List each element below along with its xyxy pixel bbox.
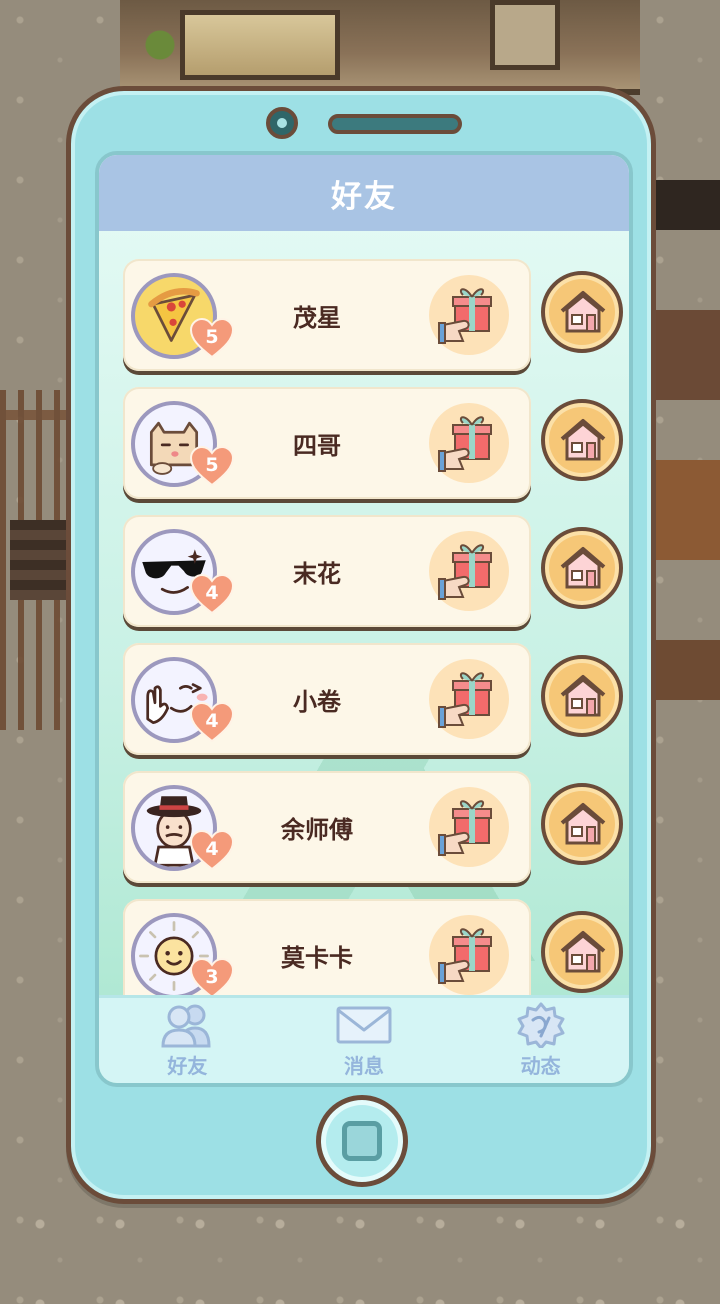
visit-home-button[interactable] [541, 399, 623, 481]
gift-icon [438, 544, 492, 600]
tab-label: 好友 [167, 1054, 208, 1078]
visit-home-button[interactable] [541, 911, 623, 993]
send-gift-button[interactable] [429, 787, 509, 867]
friend-name: 余师傅 [281, 815, 353, 844]
tab-label: 消息 [344, 1054, 384, 1078]
room-window [180, 10, 340, 80]
friend-name: 莫卡卡 [281, 943, 353, 972]
friendship-level: 5 [205, 454, 219, 476]
phone-screen: 好友 5 茂星 5 四哥 4 末花 4 小卷 4 余师傅 3 莫卡卡 好友 消息… [95, 151, 633, 1087]
visit-home-button[interactable] [541, 271, 623, 353]
friend-row: 4 末花 [99, 515, 629, 627]
phone-frame: 好友 5 茂星 5 四哥 4 末花 4 小卷 4 余师傅 3 莫卡卡 好友 消息… [66, 86, 656, 1204]
friends-icon [161, 1004, 211, 1048]
friend-card[interactable]: 5 茂星 [123, 259, 531, 371]
friend-card[interactable]: 4 余师傅 [123, 771, 531, 883]
friend-row: 3 莫卡卡 [99, 899, 629, 1001]
friend-row: 5 茂星 [99, 259, 629, 371]
page-title: 好友 [331, 178, 397, 215]
friendship-level-badge: 3 [189, 957, 235, 999]
friend-card[interactable]: 4 末花 [123, 515, 531, 627]
friendship-level-badge: 5 [189, 445, 235, 487]
friendship-level: 4 [205, 710, 219, 732]
visit-home-button[interactable] [541, 527, 623, 609]
visit-home-button[interactable] [541, 655, 623, 737]
house-icon [560, 675, 606, 717]
speaker-grille [328, 114, 462, 134]
friendship-level: 4 [205, 838, 219, 860]
house-icon [560, 547, 606, 589]
room-furniture [650, 180, 720, 700]
friendship-level-badge: 5 [189, 317, 235, 359]
gift-icon [438, 416, 492, 472]
friend-list[interactable]: 5 茂星 5 四哥 4 末花 4 小卷 4 余师傅 3 莫卡卡 [99, 231, 629, 1001]
friend-name: 末花 [293, 559, 341, 588]
send-gift-button[interactable] [429, 275, 509, 355]
house-icon [560, 291, 606, 333]
wall-map [490, 0, 560, 70]
friend-card[interactable]: 4 小卷 [123, 643, 531, 755]
gift-icon [438, 928, 492, 984]
mail-icon [336, 1006, 392, 1044]
send-gift-button[interactable] [429, 403, 509, 483]
screen-header: 好友 [99, 155, 629, 231]
phone-home-button[interactable] [316, 1095, 408, 1187]
send-gift-button[interactable] [429, 659, 509, 739]
stairs [10, 520, 70, 600]
tab-messages[interactable]: 消息 [276, 998, 453, 1083]
gift-icon [438, 288, 492, 344]
friend-card[interactable]: 3 莫卡卡 [123, 899, 531, 1001]
friend-name: 茂星 [293, 303, 341, 332]
gift-icon [438, 672, 492, 728]
friendship-level-badge: 4 [189, 829, 235, 871]
visit-home-button[interactable] [541, 783, 623, 865]
house-icon [560, 419, 606, 461]
friendship-level: 4 [205, 582, 219, 604]
friendship-level-badge: 4 [189, 701, 235, 743]
friend-row: 5 四哥 [99, 387, 629, 499]
bottom-tab-bar: 好友 消息 动态 [99, 995, 629, 1083]
moments-icon [517, 1002, 565, 1048]
house-icon [560, 931, 606, 973]
tab-friends[interactable]: 好友 [99, 998, 276, 1083]
friendship-level: 5 [205, 326, 219, 348]
send-gift-button[interactable] [429, 915, 509, 995]
camera-icon [266, 107, 298, 139]
friend-name: 小卷 [293, 687, 341, 716]
friend-row: 4 余师傅 [99, 771, 629, 883]
tab-moments[interactable]: 动态 [452, 998, 629, 1083]
home-square-icon [342, 1121, 382, 1161]
friendship-level: 3 [205, 966, 219, 988]
gift-icon [438, 800, 492, 856]
friend-row: 4 小卷 [99, 643, 629, 755]
friend-card[interactable]: 5 四哥 [123, 387, 531, 499]
tab-label: 动态 [520, 1054, 561, 1078]
friend-name: 四哥 [293, 431, 341, 460]
send-gift-button[interactable] [429, 531, 509, 611]
friendship-level-badge: 4 [189, 573, 235, 615]
house-icon [560, 803, 606, 845]
